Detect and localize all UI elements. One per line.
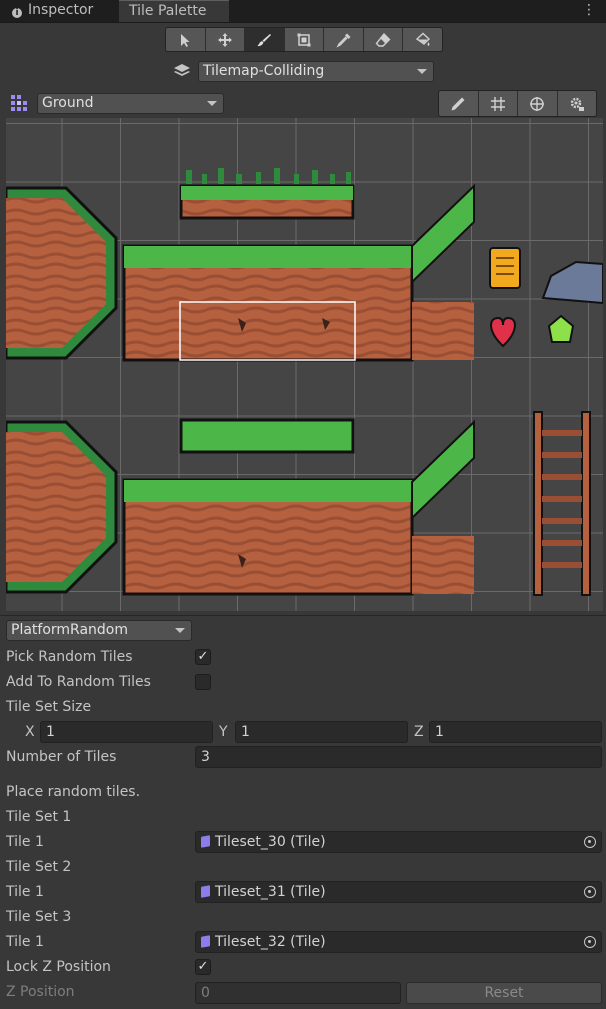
palette-tools-toolbar xyxy=(438,90,597,117)
object-picker-icon[interactable] xyxy=(584,836,596,848)
fill-icon xyxy=(415,32,430,46)
box-fill-icon xyxy=(297,33,311,46)
palette-icon xyxy=(11,95,27,111)
pick-random-tiles-label: Pick Random Tiles xyxy=(6,649,133,665)
picker-icon xyxy=(336,33,351,48)
eraser-tool-button[interactable] xyxy=(364,28,404,51)
tab-tile-palette-label: Tile Palette xyxy=(129,3,207,19)
move-tool-button[interactable] xyxy=(206,28,246,51)
box-fill-tool-button[interactable] xyxy=(285,28,325,51)
number-of-tiles-field[interactable]: 3 xyxy=(195,746,602,768)
tile-set-size-label: Tile Set Size xyxy=(6,699,92,715)
brush-tool-button[interactable] xyxy=(245,28,285,51)
tile-tools-toolbar xyxy=(165,27,443,52)
add-to-random-tiles-checkbox[interactable] xyxy=(195,674,211,690)
z-position-label: Z Position xyxy=(6,984,75,1000)
chevron-down-icon xyxy=(417,69,427,74)
lock-z-position-label: Lock Z Position xyxy=(6,959,111,975)
gizmo-icon xyxy=(530,96,545,111)
edit-palette-button[interactable] xyxy=(439,91,479,116)
info-icon: i xyxy=(12,8,22,18)
brush-icon xyxy=(257,33,272,46)
brush-dropdown[interactable]: PlatformRandom xyxy=(6,620,192,641)
tile-set-2-tile-label: Tile 1 xyxy=(6,884,44,900)
palette-dropdown[interactable]: Ground xyxy=(37,93,224,114)
add-to-random-tiles-label: Add To Random Tiles xyxy=(6,674,151,690)
tab-inspector-label: Inspector xyxy=(28,2,94,18)
tiles-artwork xyxy=(6,168,603,596)
pick-random-tiles-checkbox[interactable]: ✓ xyxy=(195,649,211,665)
chevron-down-icon xyxy=(175,628,185,633)
select-icon xyxy=(181,33,190,47)
number-of-tiles-label: Number of Tiles xyxy=(6,749,117,765)
toggle-grid-button[interactable] xyxy=(479,91,518,116)
divider xyxy=(0,615,606,616)
eraser-icon xyxy=(375,32,391,47)
tile-set-1-header: Tile Set 1 xyxy=(6,809,72,825)
tab-tile-palette[interactable]: Tile Palette xyxy=(119,0,229,22)
x-axis-label: X xyxy=(25,724,35,740)
active-tilemap-value: Tilemap-Colliding xyxy=(203,63,325,79)
tile-set-2-value: Tileset_31 (Tile) xyxy=(215,884,326,900)
select-tool-button[interactable] xyxy=(166,28,206,51)
layers-icon xyxy=(174,64,190,76)
palette-settings-button[interactable] xyxy=(558,91,597,116)
object-picker-icon[interactable] xyxy=(584,936,596,948)
tile-palette-canvas[interactable] xyxy=(6,118,603,611)
tile-set-1-object-field[interactable]: Tileset_30 (Tile) xyxy=(195,831,602,853)
reset-button[interactable]: Reset xyxy=(406,982,602,1004)
edit-icon xyxy=(451,97,465,110)
tile-set-3-value: Tileset_32 (Tile) xyxy=(215,934,326,950)
tile-set-3-tile-label: Tile 1 xyxy=(6,934,44,950)
grid-icon xyxy=(490,96,505,111)
toggle-gizmos-button[interactable] xyxy=(518,91,558,116)
z-position-field[interactable]: 0 xyxy=(195,982,401,1004)
tile-asset-icon xyxy=(201,935,210,948)
picker-tool-button[interactable] xyxy=(324,28,364,51)
tile-set-size-x-field[interactable]: 1 xyxy=(40,721,213,743)
y-axis-label: Y xyxy=(219,724,228,740)
place-random-help: Place random tiles. xyxy=(6,784,141,800)
tile-asset-icon xyxy=(201,885,210,898)
fill-tool-button[interactable] xyxy=(403,28,442,51)
tile-set-size-y-field[interactable]: 1 xyxy=(235,721,408,743)
tile-set-2-object-field[interactable]: Tileset_31 (Tile) xyxy=(195,881,602,903)
chevron-down-icon xyxy=(207,101,217,106)
tile-set-1-tile-label: Tile 1 xyxy=(6,834,44,850)
z-axis-label: Z xyxy=(414,724,424,740)
settings-icon xyxy=(570,97,584,111)
tab-inspector[interactable]: i Inspector xyxy=(0,0,118,22)
tile-set-3-header: Tile Set 3 xyxy=(6,909,72,925)
kebab-menu-icon[interactable]: ⋮ xyxy=(582,0,596,22)
tile-set-3-object-field[interactable]: Tileset_32 (Tile) xyxy=(195,931,602,953)
lock-z-position-checkbox[interactable]: ✓ xyxy=(195,959,211,975)
tile-asset-icon xyxy=(201,835,210,848)
tile-set-1-value: Tileset_30 (Tile) xyxy=(215,834,326,850)
object-picker-icon[interactable] xyxy=(584,886,596,898)
tile-set-2-header: Tile Set 2 xyxy=(6,859,72,875)
brush-dropdown-value: PlatformRandom xyxy=(11,622,129,638)
move-icon xyxy=(217,32,232,47)
active-tilemap-dropdown[interactable]: Tilemap-Colliding xyxy=(198,61,434,82)
tile-set-size-z-field[interactable]: 1 xyxy=(429,721,602,743)
palette-dropdown-value: Ground xyxy=(42,95,94,111)
